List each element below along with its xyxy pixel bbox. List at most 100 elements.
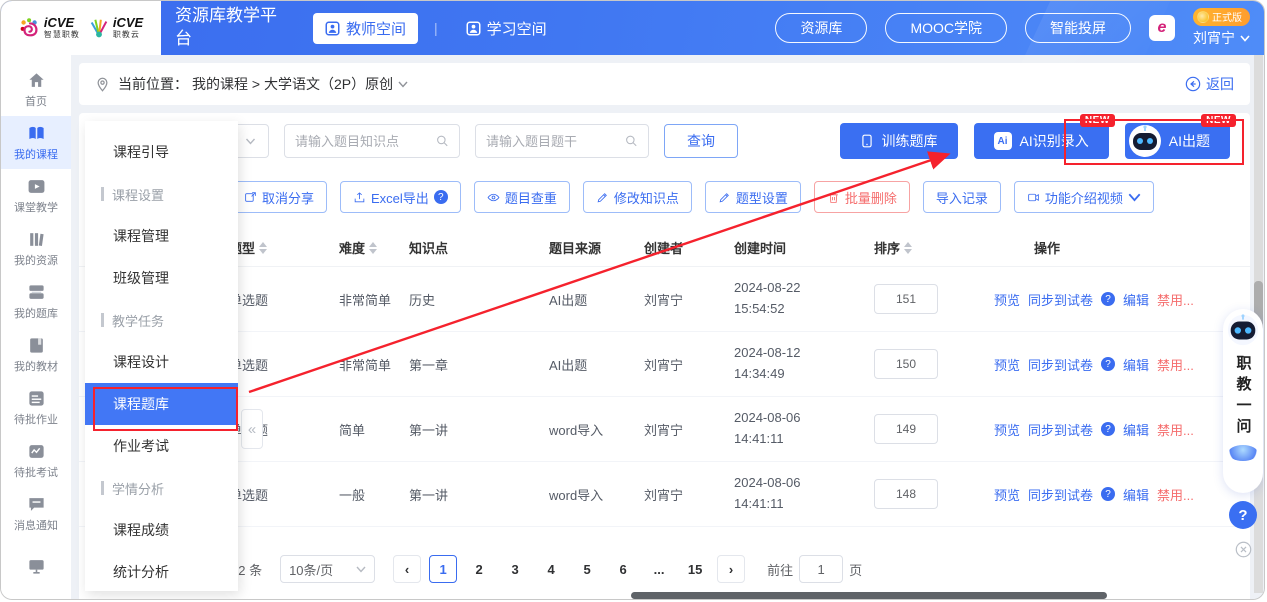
cell-knowledge: 第一讲 — [409, 420, 549, 439]
page-button[interactable]: 1 — [429, 555, 457, 583]
cancel-share-button[interactable]: 取消分享 — [231, 181, 327, 213]
excel-export-button[interactable]: Excel导出 ? — [340, 181, 461, 213]
goto-page-input[interactable] — [799, 555, 843, 583]
help-question-icon[interactable]: ? — [1101, 292, 1115, 306]
batch-delete-button[interactable]: 批量删除 — [814, 181, 910, 213]
page-button[interactable]: 6 — [609, 555, 637, 583]
import-record-button[interactable]: 导入记录 — [923, 181, 1001, 213]
sidebar-item-pending-exams[interactable]: 待批考试 — [1, 434, 71, 487]
train-bank-label: 训练题库 — [882, 131, 938, 151]
sync-to-paper-link[interactable]: 同步到试卷 — [1028, 355, 1093, 374]
breadcrumb-path: 我的课程 > 大学语文（2P）原创 — [192, 74, 393, 94]
menu-item-homework-exam[interactable]: 作业考试 — [85, 425, 238, 467]
help-button[interactable]: ? — [1229, 501, 1257, 529]
resource-library-button[interactable]: 资源库 — [775, 13, 867, 43]
disable-link[interactable]: 禁用... — [1157, 420, 1194, 439]
order-input[interactable] — [874, 284, 938, 314]
sidebar-item-classroom-teaching[interactable]: 课堂教学 — [1, 169, 71, 222]
ai-recognize-button[interactable]: Ai AI识别录入 NEW — [974, 123, 1109, 159]
intro-video-button[interactable]: 功能介绍视频 — [1014, 181, 1154, 213]
sort-icon[interactable] — [904, 242, 912, 254]
per-page-select[interactable]: 10条/页 — [280, 555, 375, 583]
sidebar-item-projection[interactable] — [1, 540, 71, 593]
pencil-icon — [718, 191, 731, 204]
mooc-college-button[interactable]: MOOC学院 — [885, 13, 1007, 43]
edit-link[interactable]: 编辑 — [1123, 355, 1149, 374]
col-order[interactable]: 排序 — [874, 238, 994, 257]
disable-link[interactable]: 禁用... — [1157, 485, 1194, 504]
sort-icon[interactable] — [259, 242, 267, 254]
help-question-icon[interactable]: ? — [1101, 422, 1115, 436]
menu-item-class-management[interactable]: 班级管理 — [85, 257, 238, 299]
duplicate-check-button[interactable]: 题目查重 — [474, 181, 570, 213]
batch-toolbar: 取消分享 Excel导出 ? 题目查重 修改知识点 题型设置 — [231, 181, 1250, 213]
tab-teacher-space[interactable]: 教师空间 — [313, 13, 418, 44]
stem-search-input[interactable] — [486, 134, 625, 149]
sidebar-item-my-textbooks[interactable]: 我的教材 — [1, 328, 71, 381]
sidebar-item-pending-homework[interactable]: 待批作业 — [1, 381, 71, 434]
help-question-icon[interactable]: ? — [1101, 487, 1115, 501]
knowledge-search-input[interactable] — [295, 134, 436, 149]
edit-link[interactable]: 编辑 — [1123, 485, 1149, 504]
projector-screen-icon — [27, 557, 46, 576]
page-ellipsis[interactable]: ... — [645, 555, 673, 583]
user-menu[interactable]: 刘宵宁 — [1193, 28, 1250, 48]
page-button[interactable]: 3 — [501, 555, 529, 583]
help-question-icon[interactable]: ? — [1101, 357, 1115, 371]
order-input[interactable] — [874, 349, 938, 379]
order-input[interactable] — [874, 414, 938, 444]
page-button[interactable]: 15 — [681, 555, 709, 583]
sync-to-paper-link[interactable]: 同步到试卷 — [1028, 290, 1093, 309]
disable-link[interactable]: 禁用... — [1157, 290, 1194, 309]
sidebar-item-home[interactable]: 首页 — [1, 63, 71, 116]
preview-link[interactable]: 预览 — [994, 420, 1020, 439]
edit-link[interactable]: 编辑 — [1123, 290, 1149, 309]
preview-link[interactable]: 预览 — [994, 485, 1020, 504]
cell-source: AI出题 — [549, 290, 644, 309]
order-input[interactable] — [874, 479, 938, 509]
sync-to-paper-link[interactable]: 同步到试卷 — [1028, 485, 1093, 504]
disable-link[interactable]: 禁用... — [1157, 355, 1194, 374]
menu-item-course-management[interactable]: 课程管理 — [85, 215, 238, 257]
page-button[interactable]: 5 — [573, 555, 601, 583]
sidebar-item-my-courses[interactable]: 我的课程 — [1, 116, 71, 169]
next-page-button[interactable]: › — [717, 555, 745, 583]
sidebar-item-notifications[interactable]: 消息通知 — [1, 487, 71, 540]
menu-item-course-question-bank[interactable]: 课程题库 — [85, 383, 238, 425]
sidebar-item-my-question-bank[interactable]: 我的题库 — [1, 275, 71, 328]
menu-item-course-grades[interactable]: 课程成绩 — [85, 509, 238, 551]
sort-icon[interactable] — [369, 242, 377, 254]
prev-page-button[interactable]: ‹ — [393, 555, 421, 583]
col-type[interactable]: 题型 — [229, 238, 339, 257]
preview-link[interactable]: 预览 — [994, 355, 1020, 374]
edit-link[interactable]: 编辑 — [1123, 420, 1149, 439]
train-bank-button[interactable]: 训练题库 — [840, 123, 958, 159]
col-ops: 操作 — [994, 238, 1250, 257]
assistant-widget[interactable]: 职教一问 — [1223, 309, 1263, 493]
page-button[interactable]: 4 — [537, 555, 565, 583]
type-setting-button[interactable]: 题型设置 — [705, 181, 801, 213]
col-difficulty[interactable]: 难度 — [339, 238, 409, 257]
content-card: 查询 训练题库 Ai AI识别录入 NEW — [79, 113, 1250, 599]
breadcrumb-course-dropdown[interactable]: 我的课程 > 大学语文（2P）原创 — [192, 74, 408, 94]
menu-item-course-design[interactable]: 课程设计 — [85, 341, 238, 383]
page-button[interactable]: 2 — [465, 555, 493, 583]
cell-difficulty: 一般 — [339, 485, 409, 504]
menu-item-course-guide[interactable]: 课程引导 — [85, 131, 238, 173]
textbook-icon — [27, 336, 46, 355]
menu-collapse-handle[interactable]: « — [241, 409, 263, 449]
back-button[interactable]: 返回 — [1185, 74, 1234, 94]
menu-item-statistics[interactable]: 统计分析 — [85, 551, 238, 593]
sidebar-item-my-resources[interactable]: 我的资源 — [1, 222, 71, 275]
close-widget-icon[interactable] — [1235, 541, 1252, 563]
search-button[interactable]: 查询 — [664, 124, 738, 158]
sync-to-paper-link[interactable]: 同步到试卷 — [1028, 420, 1093, 439]
version-label: 正式版 — [1212, 9, 1242, 24]
horizontal-scrollbar-thumb[interactable] — [631, 592, 1107, 599]
preview-link[interactable]: 预览 — [994, 290, 1020, 309]
help-question-icon[interactable]: ? — [434, 190, 448, 204]
app-window: iCVE智慧职教 iCVE职教云 资源库教学平台 教师空间 | — [0, 0, 1265, 600]
ai-generate-button[interactable]: AI出题 NEW — [1125, 123, 1230, 159]
edit-knowledge-button[interactable]: 修改知识点 — [583, 181, 692, 213]
tab-student-space[interactable]: 学习空间 — [454, 13, 559, 44]
